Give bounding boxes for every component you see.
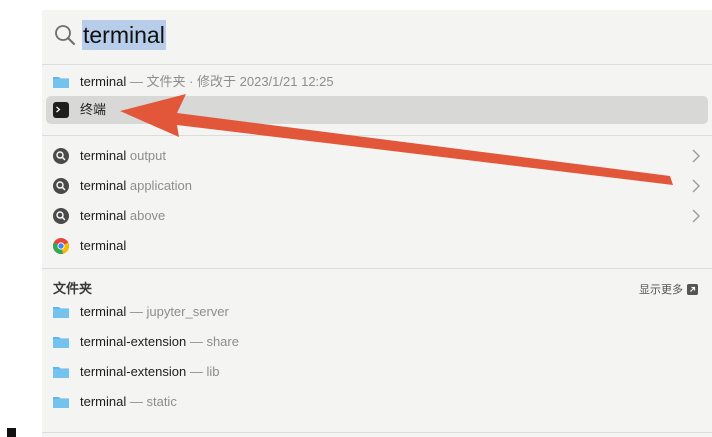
folder-name: terminal-extension	[80, 334, 187, 349]
result-title: terminal	[80, 74, 127, 89]
suggestion-term: terminal	[80, 148, 127, 163]
spotlight-panel: terminal terminal — 文件夹 · 修改于 2023/1/21 …	[42, 10, 712, 437]
divider	[42, 268, 712, 269]
folder-name: terminal	[80, 394, 127, 409]
suggestion-terminal-output[interactable]: terminal output	[42, 142, 712, 170]
folder-result[interactable]: terminal — jupyter_server	[42, 298, 712, 326]
chevron-right-icon[interactable]	[692, 179, 700, 193]
folder-path: — lib	[186, 364, 220, 379]
folder-result[interactable]: terminal-extension — share	[42, 328, 712, 356]
chrome-icon	[53, 238, 69, 254]
suggestion-term: terminal	[80, 238, 127, 253]
bullet-marker	[7, 428, 16, 437]
search-input[interactable]: terminal	[82, 20, 166, 50]
folder-icon	[53, 77, 69, 88]
result-detail: — 文件夹 · 修改于 2023/1/21 12:25	[126, 74, 334, 89]
result-terminal-app[interactable]: 终端	[46, 96, 708, 124]
result-title: 终端	[80, 102, 107, 117]
suggestion-terminal-application[interactable]: terminal application	[42, 172, 712, 200]
folder-path: — share	[186, 334, 239, 349]
chevron-right-icon[interactable]	[692, 149, 700, 163]
arrow-up-right-icon	[687, 283, 698, 295]
suggestion-term: terminal	[80, 178, 127, 193]
divider	[42, 432, 712, 433]
folder-name: terminal	[80, 304, 127, 319]
chevron-right-icon[interactable]	[692, 209, 700, 223]
search-suggestion-icon	[53, 208, 69, 224]
folder-result[interactable]: terminal — static	[42, 388, 712, 416]
show-more-link[interactable]: 显示更多	[639, 281, 698, 297]
suggestion-rest: above	[126, 208, 166, 223]
magnifier-icon	[55, 25, 75, 45]
folder-icon	[53, 337, 69, 348]
folder-icon	[53, 367, 69, 378]
folder-path: — jupyter_server	[126, 304, 229, 319]
suggestion-rest: output	[126, 148, 167, 163]
folder-result[interactable]: terminal-extension — lib	[42, 358, 712, 386]
folder-icon	[53, 397, 69, 408]
result-top-hit[interactable]: terminal — 文件夹 · 修改于 2023/1/21 12:25	[42, 68, 712, 96]
divider	[42, 135, 712, 136]
search-bar[interactable]: terminal	[42, 10, 712, 64]
search-suggestion-icon	[53, 148, 69, 164]
suggestion-terminal-above[interactable]: terminal above	[42, 202, 712, 230]
folder-name: terminal-extension	[80, 364, 187, 379]
section-title-folders: 文件夹	[53, 281, 93, 296]
terminal-app-icon	[53, 102, 69, 118]
suggestion-terminal-web[interactable]: terminal	[42, 232, 712, 260]
folder-icon	[53, 307, 69, 318]
suggestion-rest: application	[126, 178, 193, 193]
divider	[42, 64, 712, 65]
suggestion-term: terminal	[80, 208, 127, 223]
folder-path: — static	[126, 394, 177, 409]
show-more-label: 显示更多	[639, 284, 683, 296]
search-suggestion-icon	[53, 178, 69, 194]
